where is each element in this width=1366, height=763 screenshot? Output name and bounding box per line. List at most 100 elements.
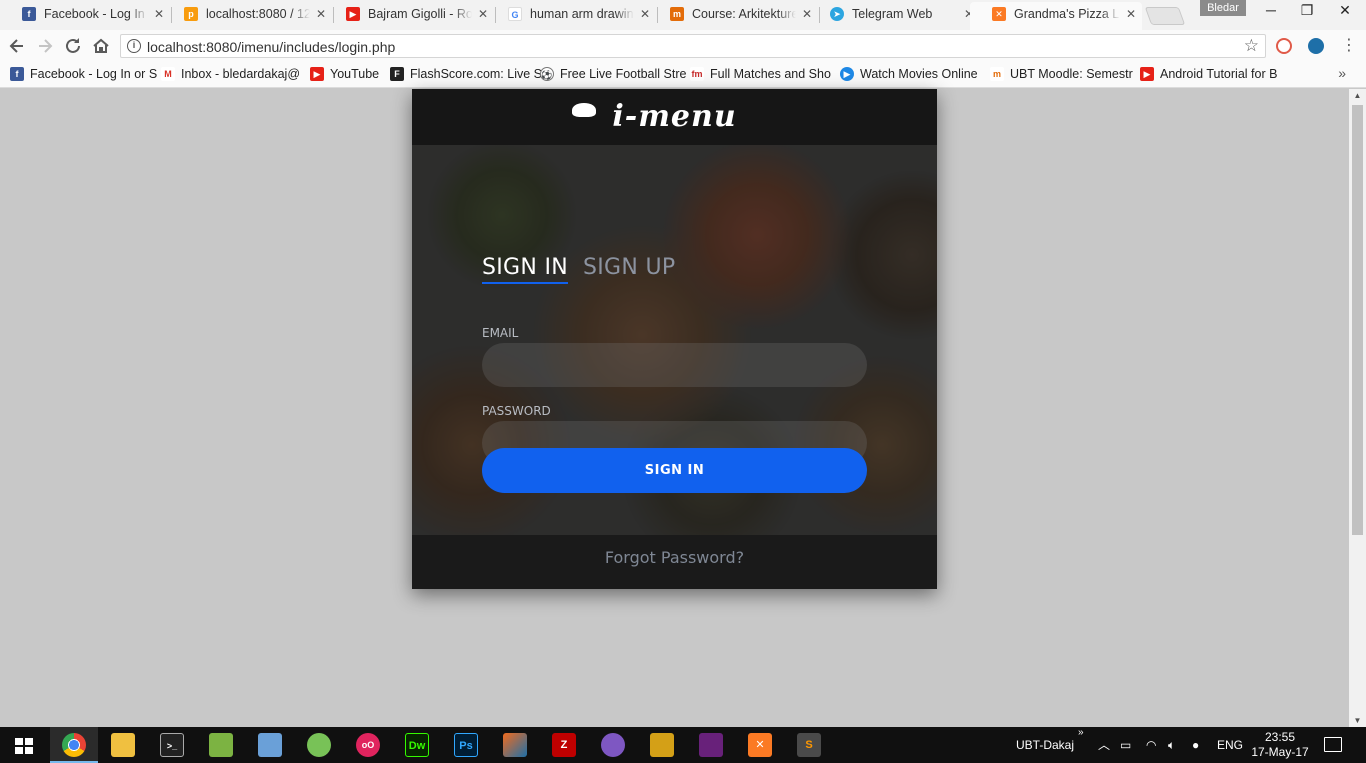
back-button[interactable] [6, 35, 28, 57]
home-button[interactable] [90, 35, 112, 57]
forgot-password-link[interactable]: Forgot Password? [605, 548, 744, 567]
bookmark-label: Free Live Football Stre [560, 67, 687, 81]
bookmark-label: FlashScore.com: Live S [410, 67, 542, 81]
bookmark-label: UBT Moodle: Semestr [1010, 67, 1133, 81]
telegram-icon[interactable] [601, 733, 625, 757]
close-window-button[interactable]: ✕ [1326, 2, 1364, 19]
photoshop-icon[interactable]: Ps [454, 733, 478, 757]
matlab-icon[interactable] [503, 733, 527, 757]
chrome-menu-icon[interactable]: ⋮ [1338, 35, 1360, 57]
forward-arrow-icon [39, 39, 53, 53]
new-tab-button[interactable] [1144, 7, 1186, 25]
youtube-icon: ▶ [310, 67, 324, 81]
windows-start-icon[interactable] [15, 738, 33, 754]
card-footer: Forgot Password? [412, 535, 937, 589]
browser-tab[interactable]: ➤ Telegram Web ✕ [808, 2, 980, 30]
sublime-icon[interactable]: S [797, 733, 821, 757]
restore-button[interactable]: ❐ [1288, 2, 1326, 19]
battery-icon[interactable]: ▭ [1120, 727, 1131, 763]
bookmarks-overflow-button[interactable]: » [1338, 65, 1346, 81]
filezilla-icon[interactable]: Z [552, 733, 576, 757]
tab-label: Course: Arkitekture [692, 7, 796, 21]
info-icon[interactable]: i [127, 39, 141, 53]
gmail-icon: M [161, 67, 175, 81]
browser-tab-active[interactable]: ✕ Grandma's Pizza Lo ✕ [970, 2, 1142, 30]
reload-button[interactable] [62, 35, 84, 57]
xampp-icon: ✕ [992, 7, 1006, 21]
show-hidden-icons-icon[interactable]: ︿ [1098, 727, 1110, 763]
clock-time: 23:55 [1264, 730, 1296, 744]
tab-sign-up[interactable]: SIGN UP [583, 255, 675, 280]
visual-studio-icon[interactable] [699, 733, 723, 757]
bookmark-label: Full Matches and Sho [710, 67, 831, 81]
browser-tab[interactable]: m Course: Arkitekture ✕ [648, 2, 818, 30]
reload-icon [66, 38, 80, 53]
browser-toolbar: i localhost:8080/imenu/includes/login.ph… [0, 30, 1366, 62]
tab-label: human arm drawin [530, 7, 634, 21]
browser-tab[interactable]: p localhost:8080 / 12 ✕ [162, 2, 332, 30]
forward-button[interactable] [34, 35, 56, 57]
bookmark-item[interactable]: ⚽ Free Live Football Stre [540, 66, 686, 82]
bookmark-star-icon[interactable]: ☆ [1244, 36, 1259, 56]
bookmark-item[interactable]: fm Full Matches and Sho [690, 66, 831, 82]
bookmark-item[interactable]: ▶ YouTube [310, 66, 379, 82]
bookmark-item[interactable]: ▶ Android Tutorial for B [1140, 66, 1277, 82]
logo: i-menu [412, 89, 937, 145]
google-icon: G [508, 7, 522, 21]
email-field[interactable] [482, 343, 867, 387]
chef-hat-icon [572, 103, 596, 117]
action-center-icon[interactable] [1324, 737, 1342, 752]
youtube-icon: ▶ [346, 7, 360, 21]
bookmark-item[interactable]: f Facebook - Log In or S [10, 66, 157, 82]
cmd-icon[interactable]: >_ [160, 733, 184, 757]
login-card: i-menu SIGN IN SIGN UP EMAIL PASSWORD SI… [412, 89, 937, 589]
toolbar-expand-icon[interactable]: » [1078, 715, 1084, 751]
chrome-icon[interactable] [62, 733, 86, 757]
facebook-icon: f [10, 67, 24, 81]
wifi-icon[interactable]: ◠ [1146, 727, 1156, 763]
extension-icon[interactable] [1308, 38, 1324, 54]
xampp-icon[interactable]: ✕ [748, 733, 772, 757]
minimize-button[interactable]: ─ [1252, 2, 1290, 18]
taskbar-user[interactable]: UBT-Dakaj [1016, 727, 1074, 763]
tab-label: Grandma's Pizza Lo [1014, 7, 1120, 21]
language-indicator[interactable]: ENG [1217, 727, 1243, 763]
taskbar-clock[interactable]: 23:55 17-May-17 [1250, 730, 1310, 760]
profile-button[interactable]: Bledar [1200, 0, 1246, 16]
scroll-down-icon[interactable]: ▼ [1349, 716, 1366, 725]
scroll-up-icon[interactable]: ▲ [1349, 91, 1366, 100]
volume-icon[interactable]: 🔈︎ [1168, 727, 1175, 763]
android-studio-icon[interactable] [307, 733, 331, 757]
notepad-icon[interactable] [209, 733, 233, 757]
home-icon [93, 38, 109, 53]
dreamweaver-icon[interactable]: Dw [405, 733, 429, 757]
network-globe-icon[interactable]: ● [1192, 727, 1199, 763]
page-scrollbar[interactable]: ▲ ▼ [1349, 89, 1366, 727]
bookmark-label: Inbox - bledardakaj@ [181, 67, 301, 81]
extension-icon[interactable] [1276, 38, 1292, 54]
password-label: PASSWORD [482, 404, 551, 418]
sign-in-button[interactable]: SIGN IN [482, 448, 867, 493]
browser-tab[interactable]: ▶ Bajram Gigolli - Ro ✕ [324, 2, 494, 30]
bookmark-item[interactable]: ▶ Watch Movies Online [840, 66, 978, 82]
origin-icon[interactable]: oO [356, 733, 380, 757]
fm-icon: fm [690, 67, 704, 81]
browser-tab[interactable]: G human arm drawin ✕ [486, 2, 656, 30]
bookmarks-bar: f Facebook - Log In or S M Inbox - bleda… [0, 62, 1366, 88]
browser-tab-strip: f Facebook - Log In o ✕ p localhost:8080… [0, 0, 1366, 30]
bookmark-item[interactable]: M Inbox - bledardakaj@ [161, 66, 300, 82]
address-bar[interactable]: i localhost:8080/imenu/includes/login.ph… [120, 34, 1266, 58]
virtualbox-icon[interactable] [258, 733, 282, 757]
tools-icon[interactable] [650, 733, 674, 757]
logo-text: i-menu [612, 99, 737, 134]
tab-sign-in[interactable]: SIGN IN [482, 255, 568, 284]
bookmark-item[interactable]: F FlashScore.com: Live S [390, 66, 542, 82]
browser-tab[interactable]: f Facebook - Log In o ✕ [0, 2, 170, 30]
close-tab-icon[interactable]: ✕ [1126, 2, 1136, 26]
url-text[interactable]: localhost:8080/imenu/includes/login.php [147, 39, 395, 55]
scrollbar-thumb[interactable] [1352, 105, 1363, 535]
bookmark-item[interactable]: m UBT Moodle: Semestr [990, 66, 1133, 82]
phpmyadmin-icon: p [184, 7, 198, 21]
moodle-icon: m [990, 67, 1004, 81]
file-explorer-icon[interactable] [111, 733, 135, 757]
